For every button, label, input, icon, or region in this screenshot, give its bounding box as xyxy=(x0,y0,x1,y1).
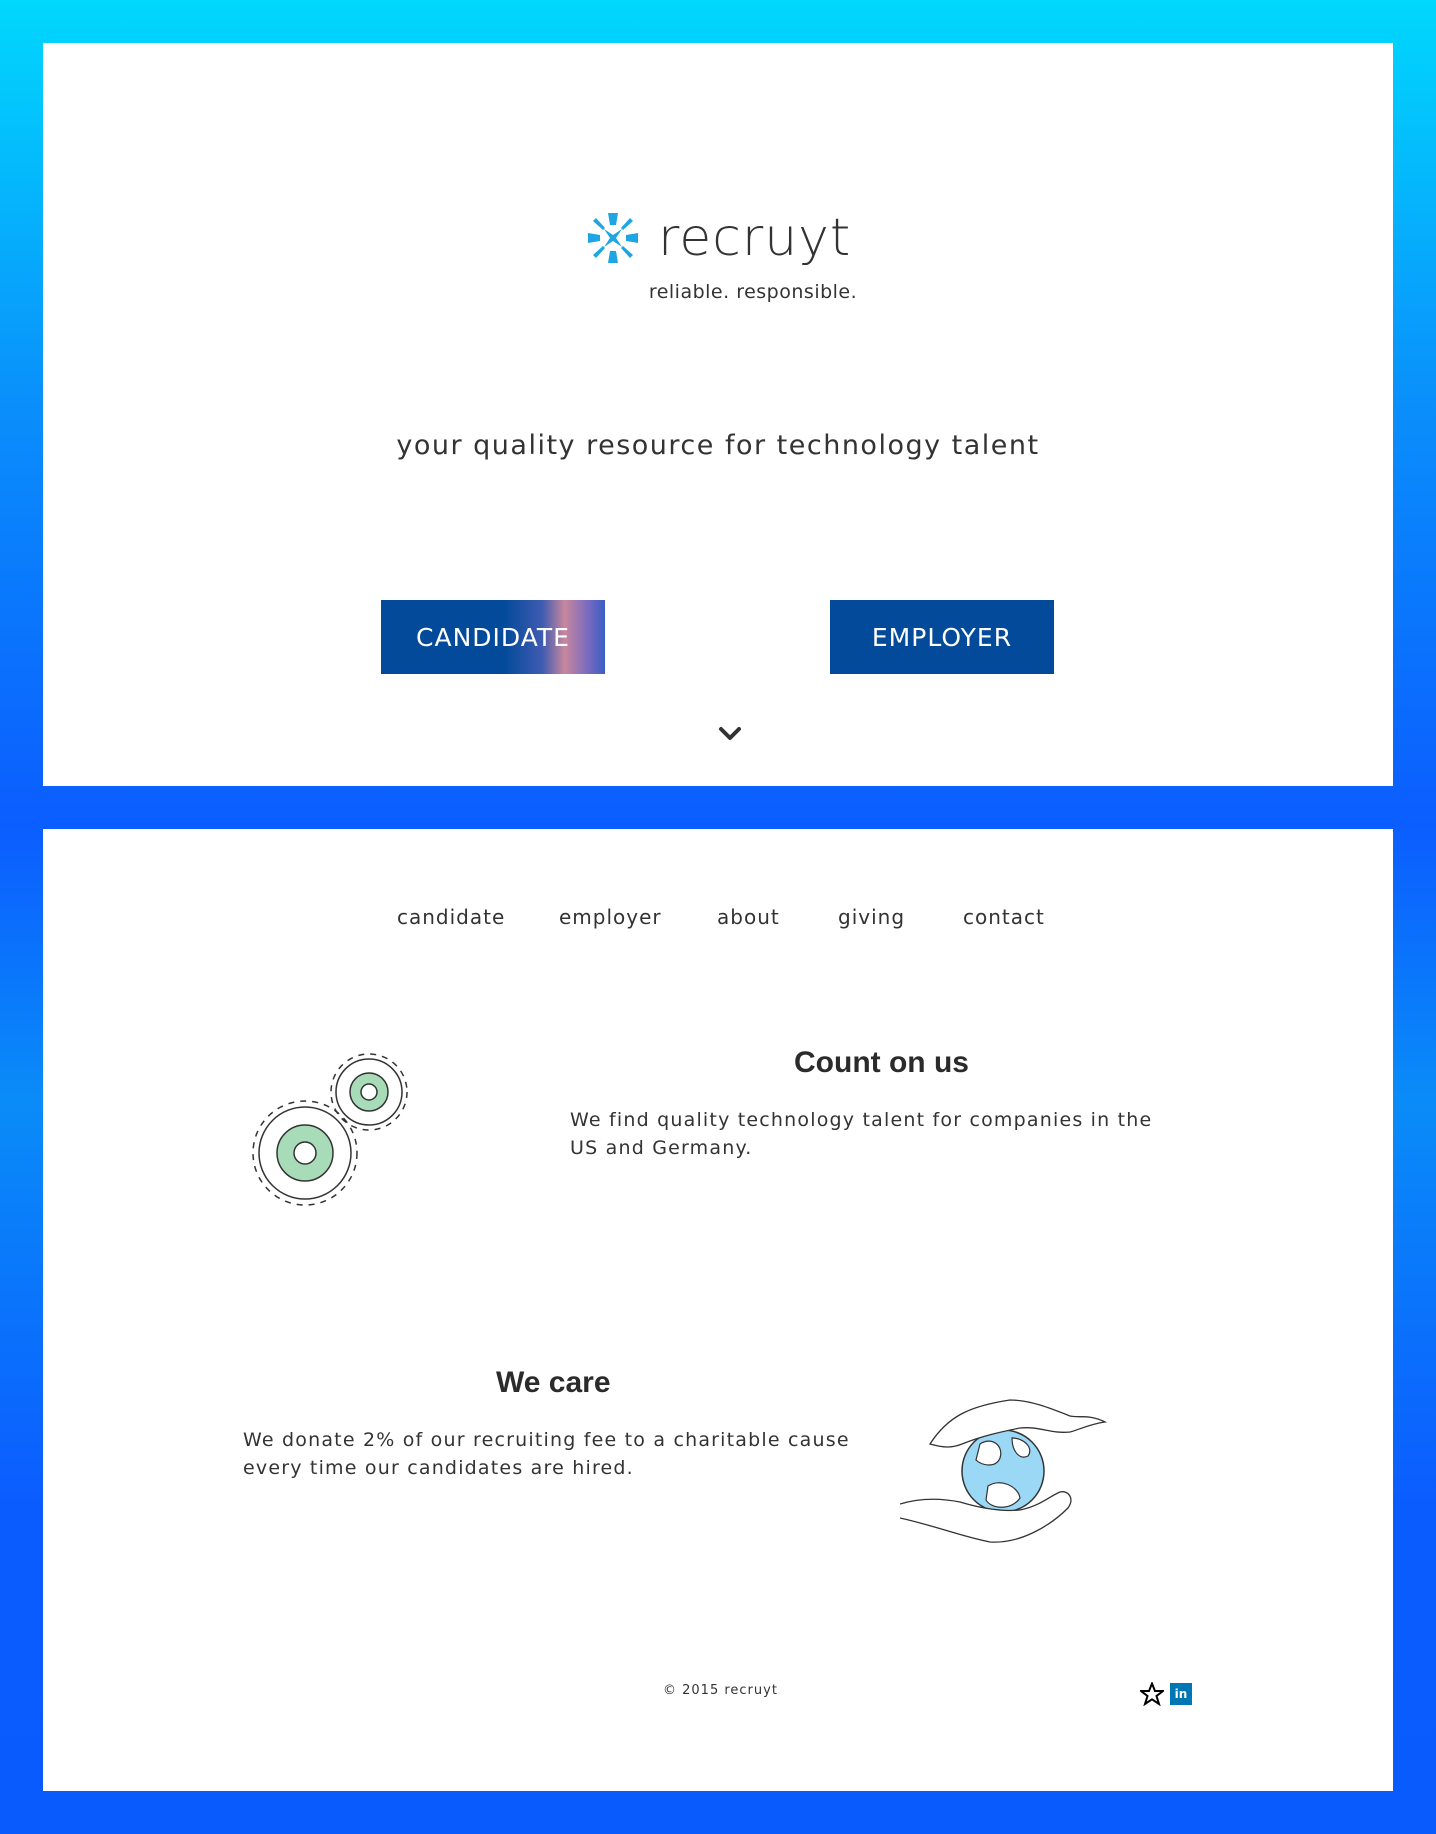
logo-flower-icon xyxy=(588,213,638,263)
nav-item-contact[interactable]: contact xyxy=(963,905,1045,929)
globe-hands-icon xyxy=(900,1399,1108,1543)
star-icon[interactable] xyxy=(1140,1682,1164,1706)
copyright: © 2015 recruyt xyxy=(663,1683,778,1698)
candidate-button[interactable]: CANDIDATE xyxy=(381,600,605,674)
nav-item-giving[interactable]: giving xyxy=(838,905,905,929)
hero-panel xyxy=(43,43,1393,786)
count-on-us-text: We find quality technology talent for co… xyxy=(570,1109,1153,1159)
hero-subtitle: your quality resource for technology tal… xyxy=(396,430,1040,461)
nav-item-about[interactable]: about xyxy=(717,905,780,929)
count-on-us-heading: Count on us xyxy=(794,1046,969,1079)
nav-item-employer[interactable]: employer xyxy=(559,905,662,929)
chevron-down-icon[interactable] xyxy=(718,726,742,742)
nav-item-candidate[interactable]: candidate xyxy=(397,905,505,929)
we-care-text: We donate 2% of our recruiting fee to a … xyxy=(243,1429,850,1479)
social-links: in xyxy=(1140,1682,1192,1706)
tagline: reliable. responsible. xyxy=(648,281,858,303)
content-panel xyxy=(43,829,1393,1791)
employer-button[interactable]: EMPLOYER xyxy=(830,600,1054,674)
we-care-heading: We care xyxy=(496,1366,611,1399)
gears-icon xyxy=(252,1053,408,1206)
logo[interactable]: recruyt xyxy=(586,211,851,265)
linkedin-icon[interactable]: in xyxy=(1170,1683,1192,1705)
brand-name: recruyt xyxy=(658,208,852,268)
